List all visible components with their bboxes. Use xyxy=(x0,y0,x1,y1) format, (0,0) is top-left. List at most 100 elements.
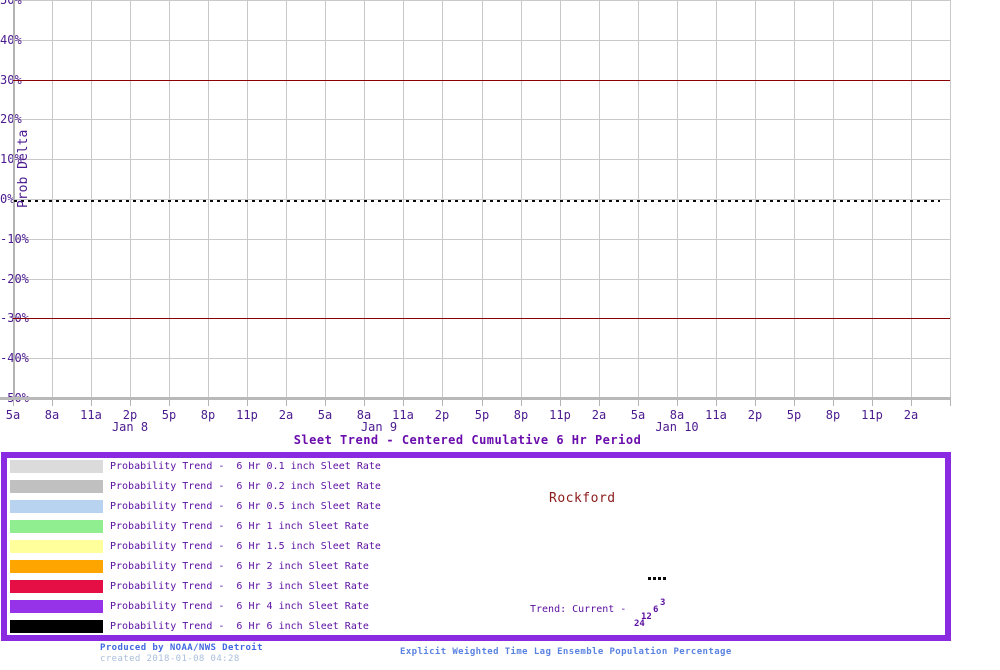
plot-area: 50%40%30%20%10%0%-10%-20%-30%-40%-50%5a8… xyxy=(0,0,1000,434)
x-tick-label: 11p xyxy=(236,408,258,422)
legend-swatch xyxy=(10,500,103,513)
gridline-vertical xyxy=(130,0,131,397)
footer-created-timestamp: created 2018-01-08 04:28 xyxy=(100,654,240,664)
gridline-vertical xyxy=(247,0,248,397)
x-tick-label: 11p xyxy=(549,408,571,422)
x-axis-tick xyxy=(560,400,561,406)
legend-item-label: Probability Trend - 6 Hr 2 inch Sleet Ra… xyxy=(110,561,369,572)
y-tick-label: 40% xyxy=(0,33,22,47)
legend-swatch xyxy=(10,460,103,473)
x-axis-tick xyxy=(755,400,756,406)
gridline-vertical xyxy=(91,0,92,397)
x-axis-tick xyxy=(911,400,912,406)
sleet-trend-chart-page: 50%40%30%20%10%0%-10%-20%-30%-40%-50%5a8… xyxy=(0,0,1000,670)
date-label: Jan 9 xyxy=(360,420,398,434)
legend-item-label: Probability Trend - 6 Hr 3 inch Sleet Ra… xyxy=(110,581,369,592)
y-axis-label: Prob Delta xyxy=(16,129,31,208)
y-tick-label: 20% xyxy=(0,112,22,126)
x-axis-tick xyxy=(130,400,131,406)
gridline-vertical xyxy=(521,0,522,397)
x-tick-label: 5a xyxy=(317,408,333,422)
x-axis-tick xyxy=(872,400,873,406)
trend-hour-label: 24 xyxy=(634,619,645,629)
x-tick-label: 8a xyxy=(44,408,60,422)
legend-swatch xyxy=(10,540,103,553)
date-label: Jan 8 xyxy=(111,420,149,434)
legend-swatch xyxy=(10,580,103,593)
x-tick-label: 8p xyxy=(200,408,216,422)
footer-produced-by: Produced by NOAA/NWS Detroit xyxy=(100,643,263,653)
x-axis-tick xyxy=(950,400,951,406)
x-axis-tick xyxy=(599,400,600,406)
x-axis-tick xyxy=(716,400,717,406)
x-axis-tick xyxy=(521,400,522,406)
gridline-vertical xyxy=(677,0,678,397)
x-axis-tick xyxy=(794,400,795,406)
footer-description: Explicit Weighted Time Lag Ensemble Popu… xyxy=(400,647,732,657)
gridline-vertical xyxy=(560,0,561,397)
location-label: Rockford xyxy=(549,491,616,506)
x-axis-tick xyxy=(325,400,326,406)
y-tick-label: 50% xyxy=(0,0,22,7)
gridline-vertical xyxy=(52,0,53,397)
trend-hour-label: 3 xyxy=(660,598,666,608)
trend-current-label: Trend: Current - xyxy=(530,604,627,615)
date-label: Jan 10 xyxy=(655,420,699,434)
x-axis-tick xyxy=(208,400,209,406)
x-axis-tick xyxy=(403,400,404,406)
x-tick-label: 2a xyxy=(278,408,294,422)
x-axis-tick xyxy=(364,400,365,406)
dashed-line-sample-icon xyxy=(648,577,666,580)
gridline-vertical xyxy=(599,0,600,397)
x-tick-label: 2p xyxy=(434,408,450,422)
chart-title: Sleet Trend - Centered Cumulative 6 Hr P… xyxy=(293,433,642,447)
x-axis-tick xyxy=(247,400,248,406)
threshold-line xyxy=(13,80,950,81)
x-axis-tick xyxy=(91,400,92,406)
legend-swatch xyxy=(10,600,103,613)
x-axis-tick xyxy=(442,400,443,406)
x-tick-label: 11a xyxy=(705,408,727,422)
gridline-vertical xyxy=(950,0,951,397)
legend-swatch xyxy=(10,520,103,533)
legend-swatch xyxy=(10,560,103,573)
legend-item-label: Probability Trend - 6 Hr 1 inch Sleet Ra… xyxy=(110,521,369,532)
gridline-vertical xyxy=(364,0,365,397)
x-axis-line xyxy=(0,397,951,400)
gridline-vertical xyxy=(169,0,170,397)
x-tick-label: 2a xyxy=(903,408,919,422)
x-tick-label: 8p xyxy=(825,408,841,422)
gridline-vertical xyxy=(403,0,404,397)
legend-swatch xyxy=(10,480,103,493)
x-axis-tick xyxy=(638,400,639,406)
gridline-vertical xyxy=(638,0,639,397)
x-tick-label: 5p xyxy=(474,408,490,422)
legend-item-label: Probability Trend - 6 Hr 0.5 inch Sleet … xyxy=(110,501,381,512)
x-tick-label: 2a xyxy=(591,408,607,422)
legend-item-label: Probability Trend - 6 Hr 6 inch Sleet Ra… xyxy=(110,621,369,632)
gridline-vertical xyxy=(286,0,287,397)
x-tick-label: 5p xyxy=(161,408,177,422)
current-trend-line xyxy=(14,200,940,202)
gridline-vertical xyxy=(716,0,717,397)
x-axis-tick xyxy=(52,400,53,406)
gridline-vertical xyxy=(872,0,873,397)
gridline-vertical xyxy=(911,0,912,397)
x-axis-tick xyxy=(677,400,678,406)
x-axis-tick xyxy=(286,400,287,406)
gridline-vertical xyxy=(442,0,443,397)
x-tick-label: 11a xyxy=(80,408,102,422)
gridline-vertical xyxy=(794,0,795,397)
gridline-vertical xyxy=(208,0,209,397)
threshold-line xyxy=(13,318,950,319)
x-axis-tick xyxy=(13,400,14,406)
gridline-vertical xyxy=(482,0,483,397)
x-tick-label: 5p xyxy=(786,408,802,422)
gridline-vertical xyxy=(325,0,326,397)
legend-item-label: Probability Trend - 6 Hr 4 inch Sleet Ra… xyxy=(110,601,369,612)
x-tick-label: 11p xyxy=(861,408,883,422)
gridline-vertical xyxy=(833,0,834,397)
legend-swatch xyxy=(10,620,103,633)
legend-item-label: Probability Trend - 6 Hr 0.1 inch Sleet … xyxy=(110,461,381,472)
gridline-vertical xyxy=(755,0,756,397)
